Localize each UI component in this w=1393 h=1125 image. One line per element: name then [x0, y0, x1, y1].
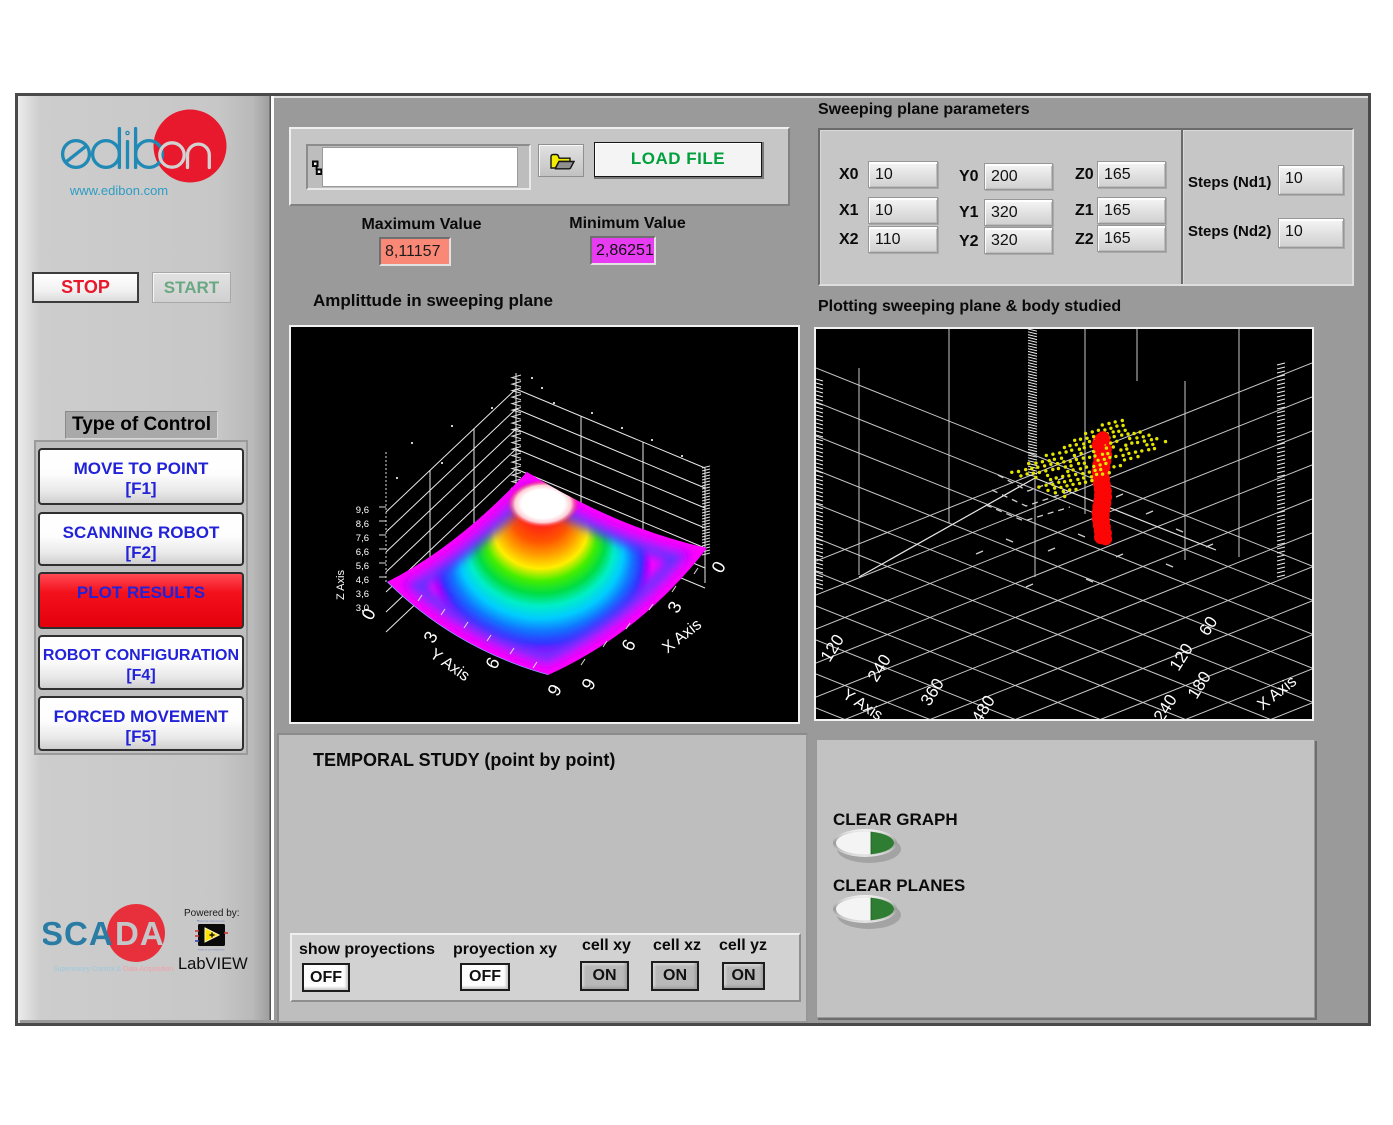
- svg-text:6,6: 6,6: [356, 547, 369, 558]
- svg-text:SCA: SCA: [43, 915, 114, 952]
- svg-text:www.edibon.com: www.edibon.com: [69, 183, 168, 198]
- svg-text:3,6: 3,6: [356, 589, 369, 600]
- svg-text:DA: DA: [115, 915, 165, 952]
- svg-text:4,6: 4,6: [356, 575, 369, 586]
- svg-text:8,6: 8,6: [356, 519, 369, 530]
- svg-text:Supervisory Control & Data Acq: Supervisory Control & Data Acquisition: [53, 966, 173, 973]
- svg-text:www.ni.com/labview: www.ni.com/labview: [198, 948, 226, 952]
- svg-text:9,6: 9,6: [356, 505, 369, 516]
- svg-text:Z Axis: Z Axis: [335, 570, 347, 600]
- svg-text:7,6: 7,6: [356, 533, 369, 544]
- svg-text:5,6: 5,6: [356, 561, 369, 572]
- svg-text:National Instruments: National Instruments: [197, 919, 225, 923]
